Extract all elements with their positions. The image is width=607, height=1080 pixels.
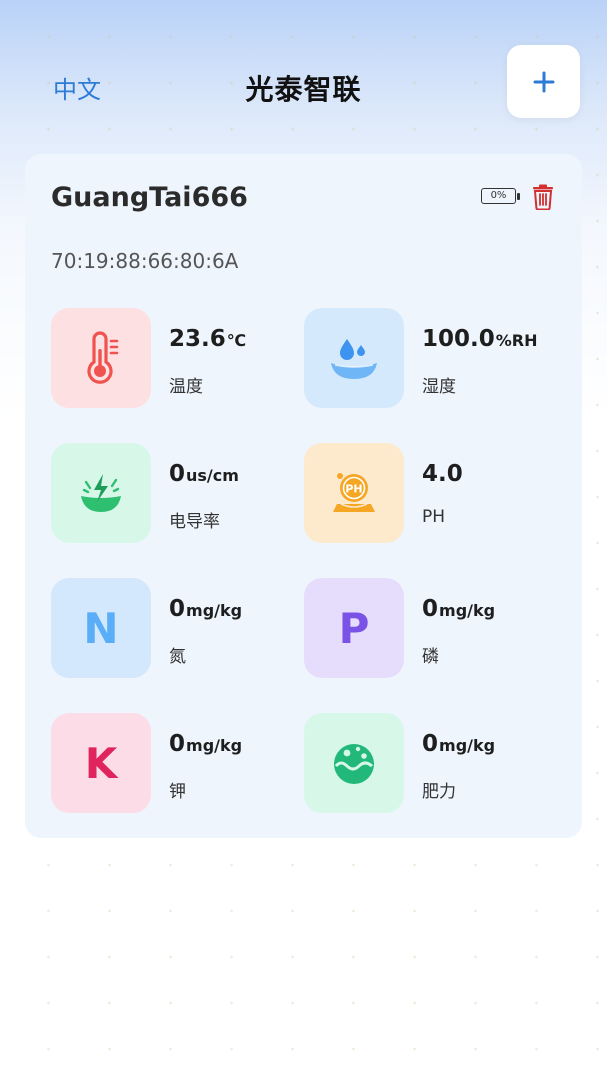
nitrogen-icon: N bbox=[83, 603, 119, 653]
fertility-icon bbox=[334, 744, 374, 784]
fertility-label: 肥力 bbox=[422, 782, 456, 802]
water-drop-icon bbox=[331, 339, 377, 379]
humidity-value: 100.0%RH bbox=[422, 326, 538, 352]
battery-tip bbox=[517, 193, 520, 200]
phosphorus-value: 0mg/kg bbox=[422, 596, 496, 622]
phosphorus-tile: P bbox=[304, 578, 404, 678]
ph-value: 4.0 bbox=[422, 461, 463, 487]
ph-label: PH bbox=[422, 507, 446, 527]
nitrogen-label: 氮 bbox=[169, 647, 186, 667]
potassium-label: 钾 bbox=[169, 782, 186, 802]
ph-icon: PH bbox=[333, 473, 375, 512]
nitrogen-tile: N bbox=[51, 578, 151, 678]
battery-indicator: 0% bbox=[481, 188, 520, 206]
potassium-icon: K bbox=[84, 738, 118, 788]
conductivity-icon bbox=[81, 474, 121, 512]
nitrogen-value: 0mg/kg bbox=[169, 596, 243, 622]
plus-icon bbox=[533, 71, 554, 92]
thermometer-tile bbox=[51, 308, 151, 408]
temperature-label: 温度 bbox=[169, 377, 203, 397]
phosphorus-icon: P bbox=[338, 603, 370, 653]
battery-level: 0% bbox=[481, 188, 516, 204]
humidity-label: 湿度 bbox=[422, 377, 456, 397]
svg-text:PH: PH bbox=[345, 483, 362, 496]
potassium-tile: K bbox=[51, 713, 151, 813]
device-card[interactable]: GuangTai666 0% 70:19:88:66:80:6A 23.6℃ 温… bbox=[25, 154, 582, 838]
conductivity-value: 0us/cm bbox=[169, 461, 239, 487]
conductivity-label: 电导率 bbox=[169, 512, 220, 532]
potassium-value: 0mg/kg bbox=[169, 731, 243, 757]
device-name: GuangTai666 bbox=[51, 182, 248, 213]
app-header: 中文 光泰智联 bbox=[0, 0, 607, 140]
humidity-tile bbox=[304, 308, 404, 408]
fertility-value: 0mg/kg bbox=[422, 731, 496, 757]
temperature-value: 23.6℃ bbox=[169, 326, 247, 352]
trash-icon[interactable] bbox=[531, 184, 555, 210]
phosphorus-label: 磷 bbox=[422, 647, 439, 667]
conductivity-tile bbox=[51, 443, 151, 543]
thermometer-icon bbox=[87, 331, 119, 384]
device-mac: 70:19:88:66:80:6A bbox=[51, 249, 239, 273]
ph-tile: PH bbox=[304, 443, 404, 543]
add-device-button[interactable] bbox=[507, 45, 580, 118]
fertility-tile bbox=[304, 713, 404, 813]
